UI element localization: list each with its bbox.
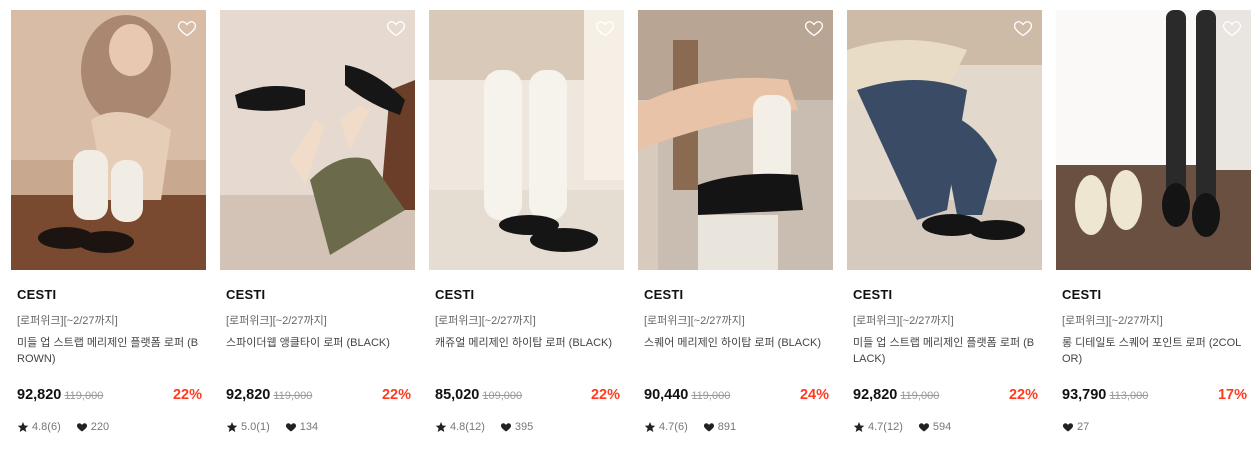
star-icon [226, 421, 238, 433]
product-image[interactable] [220, 10, 415, 270]
heart-outline-icon[interactable] [804, 18, 824, 38]
product-card[interactable]: CESTI [로퍼위크][~2/27까지] 롱 디테일토 스퀘어 포인트 로퍼 … [1056, 10, 1251, 450]
product-meta: 27 [1062, 421, 1089, 433]
product-name[interactable]: 캐쥬얼 메리제인 하이탑 로퍼 (BLACK) [435, 335, 621, 351]
likes-count: 27 [1077, 421, 1090, 433]
star-icon [17, 421, 29, 433]
product-name[interactable]: 롱 디테일토 스퀘어 포인트 로퍼 (2COLOR) [1062, 335, 1248, 367]
sale-price: 92,820 [853, 387, 898, 403]
sale-price: 90,440 [644, 387, 689, 403]
product-image[interactable] [638, 10, 833, 270]
rating-text: 4.8(6) [32, 421, 61, 433]
heart-outline-icon[interactable] [177, 18, 197, 38]
price: 90,440 119,000 [644, 387, 730, 403]
promo-tag: [로퍼위크][~2/27까지] [644, 315, 745, 327]
promo-tag: [로퍼위크][~2/27까지] [17, 315, 118, 327]
discount-rate: 22% [381, 387, 411, 403]
rating-text: 4.8(12) [450, 421, 485, 433]
price: 92,820 119,000 [853, 387, 939, 403]
sale-price: 85,020 [435, 387, 480, 403]
sale-price: 92,820 [226, 387, 271, 403]
heart-filled-icon [703, 421, 715, 433]
product-card[interactable]: CESTI [로퍼위크][~2/27까지] 미들 업 스트랩 메리제인 플랫폼 … [11, 10, 206, 450]
product-card[interactable]: CESTI [로퍼위크][~2/27까지] 캐쥬얼 메리제인 하이탑 로퍼 (B… [429, 10, 624, 450]
discount-rate: 17% [1217, 387, 1247, 403]
discount-rate: 22% [172, 387, 202, 403]
price: 92,820 119,000 [226, 387, 312, 403]
brand-name[interactable]: CESTI [226, 287, 265, 302]
discount-rate: 22% [590, 387, 620, 403]
heart-outline-icon[interactable] [1013, 18, 1033, 38]
original-price: 119,000 [64, 390, 104, 402]
original-price: 113,000 [1109, 390, 1149, 402]
likes-count: 594 [932, 421, 952, 433]
likes-count: 134 [299, 421, 319, 433]
likes-count: 220 [90, 421, 110, 433]
product-image[interactable] [847, 10, 1042, 270]
discount-rate: 24% [799, 387, 829, 403]
original-price: 109,000 [482, 390, 523, 402]
product-image[interactable] [1056, 10, 1251, 270]
price: 92,820 119,000 [17, 387, 103, 403]
heart-outline-icon[interactable] [1222, 18, 1242, 38]
likes-count: 891 [717, 421, 737, 433]
heart-filled-icon [285, 421, 297, 433]
brand-name[interactable]: CESTI [17, 287, 56, 302]
promo-tag: [로퍼위크][~2/27까지] [435, 315, 536, 327]
heart-filled-icon [1062, 421, 1074, 433]
heart-filled-icon [500, 421, 512, 433]
product-image[interactable] [11, 10, 206, 270]
brand-name[interactable]: CESTI [644, 287, 683, 302]
heart-outline-icon[interactable] [386, 18, 406, 38]
rating-text: 5.0(1) [241, 421, 270, 433]
heart-filled-icon [918, 421, 930, 433]
product-meta: 4.8(6) 220 [17, 421, 109, 433]
product-card[interactable]: CESTI [로퍼위크][~2/27까지] 스파이더웹 앵클타이 로퍼 (BLA… [220, 10, 415, 450]
original-price: 119,000 [900, 390, 940, 402]
rating-text: 4.7(12) [868, 421, 903, 433]
brand-name[interactable]: CESTI [853, 287, 892, 302]
sale-price: 93,790 [1062, 387, 1107, 403]
brand-name[interactable]: CESTI [1062, 287, 1101, 302]
product-name[interactable]: 스퀘어 메리제인 하이탑 로퍼 (BLACK) [644, 335, 830, 351]
product-grid: CESTI [로퍼위크][~2/27까지] 미들 업 스트랩 메리제인 플랫폼 … [11, 10, 1255, 450]
product-meta: 4.8(12) 395 [435, 421, 533, 433]
heart-outline-icon[interactable] [595, 18, 615, 38]
promo-tag: [로퍼위크][~2/27까지] [853, 315, 954, 327]
product-name[interactable]: 스파이더웹 앵클타이 로퍼 (BLACK) [226, 335, 412, 351]
star-icon [435, 421, 447, 433]
sale-price: 92,820 [17, 387, 62, 403]
original-price: 119,000 [691, 390, 731, 402]
product-card[interactable]: CESTI [로퍼위크][~2/27까지] 스퀘어 메리제인 하이탑 로퍼 (B… [638, 10, 833, 450]
heart-filled-icon [76, 421, 88, 433]
product-meta: 5.0(1) 134 [226, 421, 318, 433]
star-icon [644, 421, 656, 433]
price: 85,020 109,000 [435, 387, 522, 403]
product-meta: 4.7(12) 594 [853, 421, 951, 433]
promo-tag: [로퍼위크][~2/27까지] [1062, 315, 1163, 327]
product-meta: 4.7(6) 891 [644, 421, 736, 433]
price: 93,790 113,000 [1062, 387, 1148, 403]
product-name[interactable]: 미들 업 스트랩 메리제인 플랫폼 로퍼 (BROWN) [17, 335, 203, 367]
product-name[interactable]: 미들 업 스트랩 메리제인 플랫폼 로퍼 (BLACK) [853, 335, 1039, 367]
discount-rate: 22% [1008, 387, 1038, 403]
promo-tag: [로퍼위크][~2/27까지] [226, 315, 327, 327]
product-card[interactable]: CESTI [로퍼위크][~2/27까지] 미들 업 스트랩 메리제인 플랫폼 … [847, 10, 1042, 450]
likes-count: 395 [514, 421, 534, 433]
brand-name[interactable]: CESTI [435, 287, 474, 302]
star-icon [853, 421, 865, 433]
product-image[interactable] [429, 10, 624, 270]
original-price: 119,000 [273, 390, 313, 402]
rating-text: 4.7(6) [659, 421, 688, 433]
